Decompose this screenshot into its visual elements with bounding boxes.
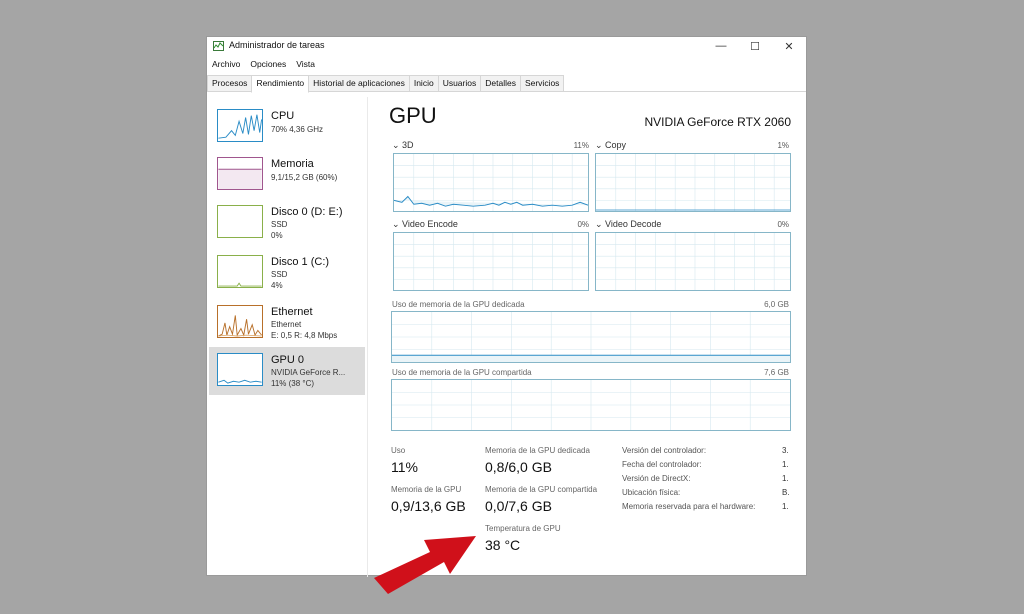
shared-memory-max: 7,6 GB (764, 368, 789, 377)
red-arrow-annotation (374, 536, 476, 594)
engine-label-video-decode[interactable]: ⌄ Video Decode (595, 219, 661, 230)
shared-memory-label: Memoria de la GPU compartida (485, 485, 598, 494)
driver-date-value: 1. (782, 460, 789, 469)
engine-label-text: Copy (605, 140, 627, 150)
usage-label: Uso (391, 446, 406, 455)
sidebar-item-cpu[interactable]: CPU 70% 4,36 GHz (209, 103, 365, 151)
graph-video-encode (393, 232, 589, 291)
sidebar-item-detail: 11% (38 °C) (271, 379, 315, 388)
gpu-mini-graph (217, 353, 263, 386)
tab-detalles[interactable]: Detalles (480, 75, 521, 91)
driver-version-label: Versión del controlador: (622, 446, 707, 455)
directx-version-label: Versión de DirectX: (622, 474, 691, 483)
gpu-temperature-value: 38 °C (485, 537, 521, 553)
tab-inicio[interactable]: Inicio (408, 75, 439, 91)
graph-shared-memory (391, 379, 791, 431)
engine-percent-video-decode: 0% (777, 220, 789, 229)
ethernet-mini-graph (217, 305, 263, 338)
gpu-memory-value: 0,9/13,6 GB (391, 498, 466, 514)
tab-usuarios[interactable]: Usuarios (437, 75, 482, 91)
engine-percent-3d: 11% (573, 141, 589, 150)
graph-video-decode (595, 232, 791, 291)
sidebar-item-memoria[interactable]: Memoria 9,1/15,2 GB (60%) (209, 151, 365, 199)
minimize-button[interactable]: — (704, 37, 738, 55)
menu-archivo[interactable]: Archivo (207, 57, 245, 71)
driver-version-value: 3. (782, 446, 789, 455)
title-bar: Administrador de tareas — ☐ ✕ (207, 37, 806, 55)
sidebar-item-detail: NVIDIA GeForce R... (271, 368, 346, 377)
engine-label-3d[interactable]: ⌄ 3D (392, 140, 414, 151)
shared-memory-graph-label: Uso de memoria de la GPU compartida (392, 368, 532, 377)
menu-bar: Archivo Opciones Vista (207, 57, 320, 71)
tab-bar: Procesos Rendimiento Historial de aplica… (207, 75, 806, 93)
tab-historial[interactable]: Historial de aplicaciones (308, 75, 410, 91)
task-manager-window: Administrador de tareas — ☐ ✕ Archivo Op… (206, 36, 807, 577)
sidebar-item-label: CPU (271, 110, 295, 122)
menu-opciones[interactable]: Opciones (245, 57, 291, 71)
engine-percent-video-encode: 0% (577, 220, 589, 229)
reserved-memory-value: 1. (782, 502, 789, 511)
window-title: Administrador de tareas (229, 40, 325, 50)
tab-procesos[interactable]: Procesos (207, 75, 253, 91)
tab-rendimiento[interactable]: Rendimiento (251, 75, 310, 93)
sidebar-item-detail: SSD (271, 220, 288, 229)
directx-version-value: 1. (782, 474, 789, 483)
sidebar-item-detail: 9,1/15,2 GB (60%) (271, 173, 338, 182)
disk0-mini-graph (217, 205, 263, 238)
memory-mini-graph (217, 157, 263, 190)
reserved-memory-label: Memoria reservada para el hardware: (622, 502, 756, 511)
dedicated-memory-value: 0,8/6,0 GB (485, 459, 552, 475)
task-manager-icon (213, 41, 224, 51)
page-title: GPU (389, 103, 437, 128)
gpu-model-name: NVIDIA GeForce RTX 2060 (644, 115, 791, 129)
maximize-button[interactable]: ☐ (738, 37, 772, 55)
physical-location-value: B. (782, 488, 790, 497)
sidebar-item-label: Disco 0 (D: E:) (271, 206, 343, 218)
sidebar-item-gpu-0[interactable]: GPU 0 NVIDIA GeForce R... 11% (38 °C) (209, 347, 365, 395)
tab-servicios[interactable]: Servicios (519, 75, 565, 91)
graph-copy (595, 153, 791, 212)
sidebar-item-label: Ethernet (271, 306, 313, 318)
engine-label-text: 3D (402, 140, 414, 150)
disk1-mini-graph (217, 255, 263, 288)
engine-label-text: Video Decode (605, 219, 662, 229)
sidebar-item-detail: 0% (271, 231, 283, 240)
sidebar-item-label: Memoria (271, 158, 314, 170)
sidebar-item-disco-0[interactable]: Disco 0 (D: E:) SSD 0% (209, 199, 365, 247)
resource-sidebar: CPU 70% 4,36 GHz Memoria 9,1/15,2 GB (60… (207, 97, 368, 577)
sidebar-item-detail: 70% 4,36 GHz (271, 125, 324, 134)
engine-label-video-encode[interactable]: ⌄ Video Encode (392, 219, 458, 230)
sidebar-item-detail: SSD (271, 270, 288, 279)
engine-label-text: Video Encode (402, 219, 458, 229)
cpu-mini-graph (217, 109, 263, 142)
driver-date-label: Fecha del controlador: (622, 460, 702, 469)
gpu-temperature-label: Temperatura de GPU (485, 524, 561, 533)
graph-3d (393, 153, 589, 212)
gpu-memory-label: Memoria de la GPU (391, 485, 462, 494)
shared-memory-value: 0,0/7,6 GB (485, 498, 552, 514)
close-button[interactable]: ✕ (772, 37, 806, 55)
sidebar-item-detail: Ethernet (271, 320, 302, 329)
dedicated-memory-graph-label: Uso de memoria de la GPU dedicada (392, 300, 525, 309)
dedicated-memory-label: Memoria de la GPU dedicada (485, 446, 590, 455)
sidebar-item-ethernet[interactable]: Ethernet Ethernet E: 0,5 R: 4,8 Mbps (209, 299, 365, 347)
sidebar-item-detail: 4% (271, 281, 283, 290)
menu-vista[interactable]: Vista (291, 57, 320, 71)
engine-label-copy[interactable]: ⌄ Copy (595, 140, 626, 151)
physical-location-label: Ubicación física: (622, 488, 681, 497)
sidebar-item-label: Disco 1 (C:) (271, 256, 330, 268)
gpu-details-panel: GPU NVIDIA GeForce RTX 2060 ⌄ 3D 11% ⌄ C… (389, 99, 799, 569)
sidebar-item-label: GPU 0 (271, 354, 305, 366)
sidebar-item-detail: E: 0,5 R: 4,8 Mbps (271, 331, 338, 340)
engine-percent-copy: 1% (777, 141, 789, 150)
graph-dedicated-memory (391, 311, 791, 363)
dedicated-memory-max: 6,0 GB (764, 300, 789, 309)
usage-value: 11% (391, 459, 418, 475)
sidebar-item-disco-1[interactable]: Disco 1 (C:) SSD 4% (209, 249, 365, 297)
